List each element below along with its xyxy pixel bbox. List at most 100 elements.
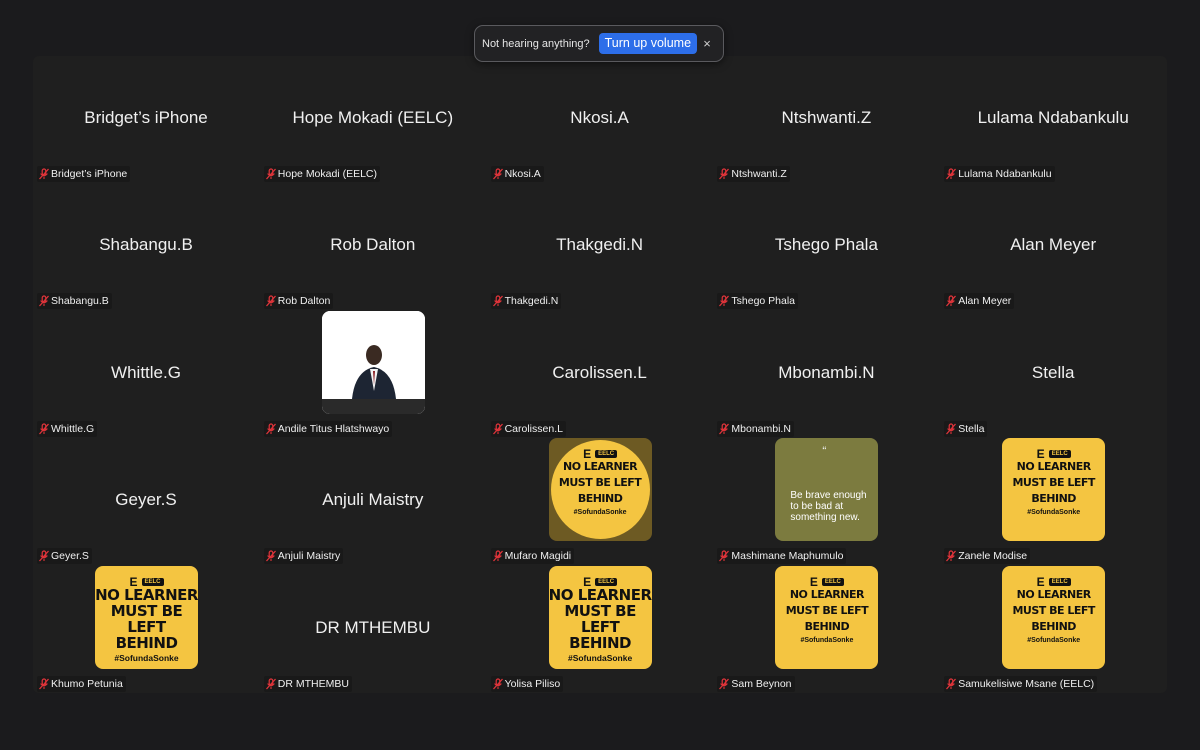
notification-text: Not hearing anything? <box>482 37 590 50</box>
participant-tile[interactable]: Shabangu.B Shabangu.B <box>33 183 259 310</box>
poster-headline-line: MUST BE LEFT <box>1012 476 1095 490</box>
muted-mic-icon <box>719 550 730 562</box>
muted-mic-icon <box>492 295 503 307</box>
poster-headline-line: BEHIND <box>577 492 623 506</box>
meeting-window: Not hearing anything? Turn up volume × B… <box>0 0 1200 750</box>
poster-headline-line: BEHIND <box>804 619 850 633</box>
participant-name-label: Andile Titus Hlatshwayo <box>263 420 393 437</box>
participant-tile[interactable]: Rob Dalton Rob Dalton <box>260 183 486 310</box>
participant-display-name: Nkosi.A <box>570 108 629 127</box>
participant-display-name: Ntshwanti.Z <box>781 108 872 127</box>
participant-name-label: Khumo Petunia <box>37 675 126 692</box>
participant-tile[interactable]: “ Be brave enough to be bad at something … <box>713 438 939 565</box>
participant-tile[interactable]: Thakgedi.N Thakgedi.N <box>487 183 713 310</box>
participant-name-label: Mashimane Maphumulo <box>717 548 847 565</box>
participant-name-text: Stella <box>958 422 985 435</box>
participant-display-name: Anjuli Maistry <box>322 490 424 510</box>
participant-tile[interactable]: E EELC NO LEARNER MUST BE LEFT BEHIND #Sofund… <box>940 438 1166 565</box>
eelc-poster: E EELC NO LEARNER MUST BE LEFT BEHIND #Sofund… <box>1002 438 1105 541</box>
participant-avatar: E EELC NO LEARNER MUST BE LEFT BEHIND #Sofund… <box>95 565 198 669</box>
muted-mic-icon <box>946 423 957 435</box>
participant-tile[interactable]: Lulama Ndabankulu Lulama Ndabankulu <box>940 56 1166 183</box>
participant-tile[interactable]: Ntshwanti.Z Ntshwanti.Z <box>713 56 939 183</box>
participant-tile[interactable]: E EELC NO LEARNER MUST BE LEFT BEHIND #Sofund… <box>33 565 259 693</box>
participant-tile[interactable]: E EELC NO LEARNER MUST BE LEFT BEHIND #Sofund… <box>940 565 1166 693</box>
poster-hashtag: #SofundaSonke <box>573 509 627 517</box>
poster-hashtag: #SofundaSonke <box>1027 636 1081 644</box>
poster-hashtag: #SofundaSonke <box>567 652 633 663</box>
participant-name-label: Anjuli Maistry <box>263 548 344 565</box>
participant-tile[interactable]: Hope Mokadi (EELC) Hope Mokadi (EELC) <box>260 56 486 183</box>
participant-display-name: DR MTHEMBU <box>315 617 431 637</box>
participant-name-label: Geyer.S <box>37 548 92 565</box>
audio-notification: Not hearing anything? Turn up volume × <box>474 25 724 62</box>
participant-name-label: Carolissen.L <box>490 420 566 437</box>
participant-tile[interactable]: DR MTHEMBU DR MTHEMBU <box>260 566 486 693</box>
participant-name-text: Sam Beynon <box>731 677 792 690</box>
eelc-logo-icon: E <box>583 447 592 462</box>
participant-tile[interactable]: Mbonambi.N Mbonambi.N <box>713 311 939 438</box>
participant-tile[interactable]: Alan Meyer Alan Meyer <box>940 183 1166 310</box>
muted-mic-icon <box>265 295 276 307</box>
muted-mic-icon <box>39 550 49 562</box>
participant-name-label: Samukelisiwe Msane (EELC) <box>944 675 1098 692</box>
muted-mic-icon <box>719 295 730 307</box>
participant-tile[interactable]: Andile Titus Hlatshwayo <box>260 310 486 438</box>
eelc-logo-icon: E <box>1036 447 1045 462</box>
participant-name-text: Shabangu.B <box>51 295 109 308</box>
participant-name-text: Tshego Phala <box>731 295 796 308</box>
participant-name-text: Zanele Modise <box>958 550 1028 563</box>
muted-mic-icon <box>39 168 49 180</box>
participant-avatar <box>321 310 425 414</box>
participant-name-label: Shabangu.B <box>37 293 112 310</box>
participant-tile[interactable]: Nkosi.A Nkosi.A <box>487 56 713 183</box>
eelc-badge: EELC <box>821 577 844 586</box>
participant-name-text: Whittle.G <box>51 422 95 435</box>
participant-avatar: E EELC NO LEARNER MUST BE LEFT BEHIND #Sofund… <box>1002 565 1106 669</box>
eelc-badge: EELC <box>1048 450 1071 459</box>
turn-up-volume-button[interactable]: Turn up volume <box>598 33 698 54</box>
participant-tile[interactable]: Whittle.G Whittle.G <box>33 311 259 438</box>
muted-mic-icon <box>719 423 730 435</box>
participant-name-label: Tshego Phala <box>717 293 799 310</box>
participant-avatar: “ Be brave enough to be bad at something … <box>775 438 879 542</box>
eelc-poster: E EELC NO LEARNER MUST BE LEFT BEHIND #Sofund… <box>549 438 652 541</box>
participant-name-label: Ntshwanti.Z <box>717 166 790 182</box>
participant-name-text: Yolisa Piliso <box>504 677 561 690</box>
poster-headline-line: MUST BE LEFT <box>564 601 636 636</box>
muted-mic-icon <box>719 168 730 180</box>
participant-name-label: Alan Meyer <box>944 293 1015 310</box>
muted-mic-icon <box>265 423 276 435</box>
muted-mic-icon <box>492 168 503 180</box>
quote-card: “ Be brave enough to be bad at something … <box>775 438 878 541</box>
poster-headline-line: MUST BE LEFT <box>110 601 183 636</box>
participant-name-label: Nkosi.A <box>490 166 544 182</box>
participant-name-text: Hope Mokadi (EELC) <box>277 168 378 180</box>
participant-name-text: Thakgedi.N <box>504 295 559 308</box>
close-icon[interactable]: × <box>699 36 715 51</box>
participant-tile[interactable]: Carolissen.L Carolissen.L <box>487 311 713 438</box>
participant-name-text: Geyer.S <box>51 550 89 563</box>
participant-name-text: Khumo Petunia <box>51 677 123 690</box>
poster-headline-line: NO LEARNER <box>1016 460 1092 474</box>
participant-tile[interactable]: Tshego Phala Tshego Phala <box>713 183 939 310</box>
participant-avatar: E EELC NO LEARNER MUST BE LEFT BEHIND #Sofund… <box>1002 438 1106 542</box>
quote-mark-icon: “ <box>822 444 827 459</box>
participant-display-name: Mbonambi.N <box>778 362 875 382</box>
participant-tile[interactable]: Geyer.S Geyer.S <box>33 438 259 565</box>
quote-text: Be brave enough to be bad at something n… <box>790 490 867 524</box>
participant-tile[interactable]: E EELC NO LEARNER MUST BE LEFT BEHIND #Sofund… <box>487 438 713 565</box>
eelc-badge: EELC <box>595 577 618 586</box>
participant-tile[interactable]: E EELC NO LEARNER MUST BE LEFT BEHIND #Sofund… <box>713 565 939 693</box>
poster-headline-line: NO LEARNER <box>95 585 198 604</box>
participant-tile[interactable]: Anjuli Maistry Anjuli Maistry <box>260 438 486 565</box>
participant-name-label: Mufaro Magidi <box>490 548 575 565</box>
poster-hashtag: #SofundaSonke <box>800 636 854 644</box>
participant-name-label: DR MTHEMBU <box>263 675 352 692</box>
participant-tile[interactable]: E EELC NO LEARNER MUST BE LEFT BEHIND #Sofund… <box>487 565 713 693</box>
participant-tile[interactable]: Bridget’s iPhone Bridget’s iPhone <box>33 56 259 183</box>
participant-tile[interactable]: Stella Stella <box>940 311 1166 438</box>
poster-headline-line: NO LEARNER <box>548 585 652 604</box>
participant-avatar: E EELC NO LEARNER MUST BE LEFT BEHIND #Sofund… <box>548 565 652 669</box>
muted-mic-icon <box>265 677 276 690</box>
